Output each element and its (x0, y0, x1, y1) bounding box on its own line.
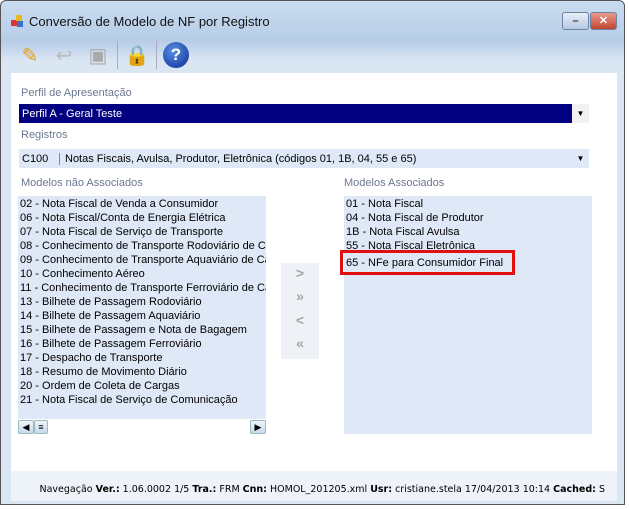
list-item[interactable]: 08 - Conhecimento de Transporte Rodoviár… (18, 239, 266, 253)
lock-icon[interactable]: 🔒 (122, 40, 152, 70)
status-tra-label: Tra.: (192, 484, 217, 495)
scroll-left-icon[interactable]: ◀ (18, 419, 34, 434)
chevron-down-icon[interactable]: ▼ (572, 149, 589, 168)
remove-all-button[interactable]: « (281, 335, 319, 351)
right-list-label: Modelos Associados (344, 177, 445, 189)
title-bar: Conversão de Modelo de NF por Registro (11, 11, 270, 31)
highlight-box (340, 250, 515, 275)
status-cnn: HOMOL_201205.xml (270, 484, 368, 495)
associated-list[interactable]: 01 - Nota Fiscal 04 - Nota Fiscal de Pro… (344, 196, 592, 434)
app-icon (11, 15, 23, 27)
left-list-label: Modelos não Associados (21, 177, 143, 189)
chevron-down-icon[interactable]: ▼ (572, 104, 589, 123)
status-usr: cristiane.stela (395, 484, 462, 495)
unassociated-list[interactable]: 02 - Nota Fiscal de Venda a Consumidor 0… (18, 196, 266, 434)
list-item[interactable]: 13 - Bilhete de Passagem Rodoviário (18, 295, 266, 309)
list-item[interactable]: 01 - Nota Fiscal (344, 197, 592, 211)
perfil-combo[interactable]: Perfil A - Geral Teste ▼ (19, 104, 589, 123)
new-icon[interactable]: ✎ (15, 40, 45, 70)
registros-label: Registros (21, 129, 68, 141)
status-ver-label: Ver.: (95, 484, 120, 495)
window: Conversão de Modelo de NF por Registro –… (0, 0, 625, 505)
list-item[interactable]: 14 - Bilhete de Passagem Aquaviário (18, 309, 266, 323)
help-icon: ? (163, 42, 189, 68)
list-item[interactable]: 02 - Nota Fiscal de Venda a Consumidor (18, 197, 266, 211)
list-item[interactable]: 07 - Nota Fiscal de Serviço de Transport… (18, 225, 266, 239)
status-cached: S (598, 484, 605, 495)
list-item[interactable]: 04 - Nota Fiscal de Produtor (344, 211, 592, 225)
add-all-button[interactable]: » (281, 288, 319, 304)
list-item[interactable]: 06 - Nota Fiscal/Conta de Energia Elétri… (18, 211, 266, 225)
toolbar-separator (117, 41, 118, 69)
status-nav: Navegação (39, 484, 93, 495)
horizontal-scrollbar[interactable]: ◀ ≡ ▶ (18, 419, 266, 434)
list-item[interactable]: 1B - Nota Fiscal Avulsa (344, 225, 592, 239)
toolbar: ✎ ↩ ▣ 🔒 ? (11, 37, 617, 73)
status-cnn-label: Cnn: (242, 484, 267, 495)
list-item[interactable]: 09 - Conhecimento de Transporte Aquaviár… (18, 253, 266, 267)
undo-icon[interactable]: ↩ (49, 40, 79, 70)
list-item[interactable]: 15 - Bilhete de Passagem e Nota de Bagag… (18, 323, 266, 337)
save-icon[interactable]: ▣ (83, 40, 113, 70)
add-button[interactable]: > (281, 265, 319, 281)
help-button[interactable]: ? (161, 40, 191, 70)
remove-button[interactable]: < (281, 312, 319, 328)
status-cached-label: Cached: (553, 484, 596, 495)
toolbar-separator (156, 41, 157, 69)
scroll-right-icon[interactable]: ▶ (250, 419, 266, 434)
status-tra: FRM (219, 484, 240, 495)
perfil-label: Perfil de Apresentação (21, 87, 132, 99)
list-item[interactable]: 17 - Despacho de Transporte (18, 351, 266, 365)
minimize-button[interactable]: – (562, 12, 589, 30)
status-usr-label: Usr: (370, 484, 393, 495)
list-item[interactable]: 18 - Resumo de Movimento Diário (18, 365, 266, 379)
list-item[interactable]: 10 - Conhecimento Aéreo (18, 267, 266, 281)
window-title: Conversão de Modelo de NF por Registro (29, 13, 270, 29)
list-item[interactable]: 20 - Ordem de Coleta de Cargas (18, 379, 266, 393)
status-time: 10:14 (522, 484, 551, 495)
registros-combo[interactable]: C100 Notas Fiscais, Avulsa, Produtor, El… (19, 149, 589, 168)
status-bar: Navegação Ver.: 1.06.0002 1/5 Tra.: FRM … (11, 471, 617, 501)
status-date: 17/04/2013 (464, 484, 520, 495)
registros-code: C100 (22, 152, 60, 165)
move-buttons: > » < « (281, 263, 319, 359)
perfil-value: Perfil A - Geral Teste (22, 107, 123, 120)
list-item[interactable]: 21 - Nota Fiscal de Serviço de Comunicaç… (18, 393, 266, 407)
status-ver: 1.06.0002 (122, 484, 172, 495)
list-item[interactable]: 16 - Bilhete de Passagem Ferroviário (18, 337, 266, 351)
form-panel: Perfil de Apresentação Perfil A - Geral … (11, 73, 617, 471)
close-button[interactable]: ✕ (590, 12, 617, 30)
status-page: 1/5 (174, 484, 190, 495)
list-item[interactable]: 11 - Conhecimento de Transporte Ferroviá… (18, 281, 266, 295)
registros-value: Notas Fiscais, Avulsa, Produtor, Eletrôn… (65, 152, 417, 165)
scroll-thumb[interactable]: ≡ (34, 419, 48, 434)
